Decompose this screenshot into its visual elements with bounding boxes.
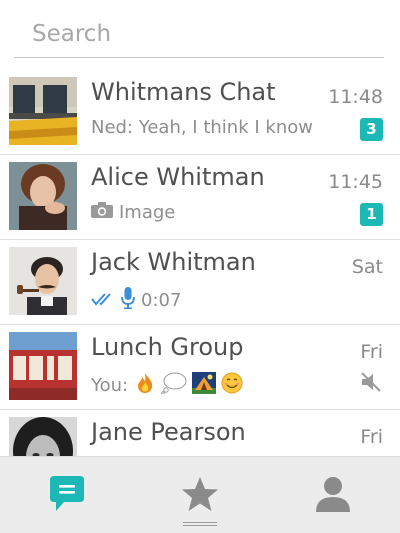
chat-name: Alice Whitman [91,163,265,191]
smiling-face-emoji [221,372,243,399]
unread-badge: 1 [360,203,383,226]
chat-name: Jane Pearson [91,418,246,446]
chat-row-jack-whitman[interactable]: Jack Whitman Sat 0:07 [0,240,400,325]
chat-name: Whitmans Chat [91,78,276,106]
chat-time: 11:48 [328,86,383,108]
chat-preview: Image [119,202,176,223]
camera-icon [91,202,113,223]
chat-preview: 0:07 [141,290,182,311]
drag-handle[interactable] [183,522,217,528]
chat-time: Fri [360,426,383,448]
avatar [9,162,77,230]
chat-name: Jack Whitman [91,248,256,276]
avatar [9,247,77,315]
chat-preview: Ned: Yeah, I think I know [91,117,313,138]
chat-time: 11:45 [328,171,383,193]
chat-preview-container: Image [91,202,327,223]
avatar [9,332,77,400]
tent-emoji [192,372,217,399]
muted-icon [360,371,382,397]
double-check-icon [91,290,115,311]
chat-name: Lunch Group [91,333,244,361]
person-icon [314,475,352,517]
chat-time: Fri [360,341,383,363]
chat-row-whitmans-chat[interactable]: Whitmans Chat 11:48 Ned: Yeah, I think I… [0,70,400,155]
chat-preview: You: [91,375,129,396]
chat-bubble-icon [48,474,86,518]
tab-contacts[interactable] [266,457,399,533]
fire-emoji [134,372,156,399]
chat-preview-container: 0:07 [91,287,327,314]
avatar [9,77,77,145]
thought-bubble-emoji [161,372,187,399]
chat-time: Sat [351,256,383,278]
chat-preview-container: You: [91,372,327,399]
chat-row-lunch-group[interactable]: Lunch Group Fri You: [0,325,400,410]
search-input[interactable] [14,10,384,57]
tab-chats[interactable] [0,457,133,533]
star-icon [181,476,219,516]
chat-row-alice-whitman[interactable]: Alice Whitman 11:45 Image 1 [0,155,400,240]
unread-badge: 3 [360,118,383,141]
search-bar[interactable] [14,10,384,58]
microphone-icon [121,287,135,314]
